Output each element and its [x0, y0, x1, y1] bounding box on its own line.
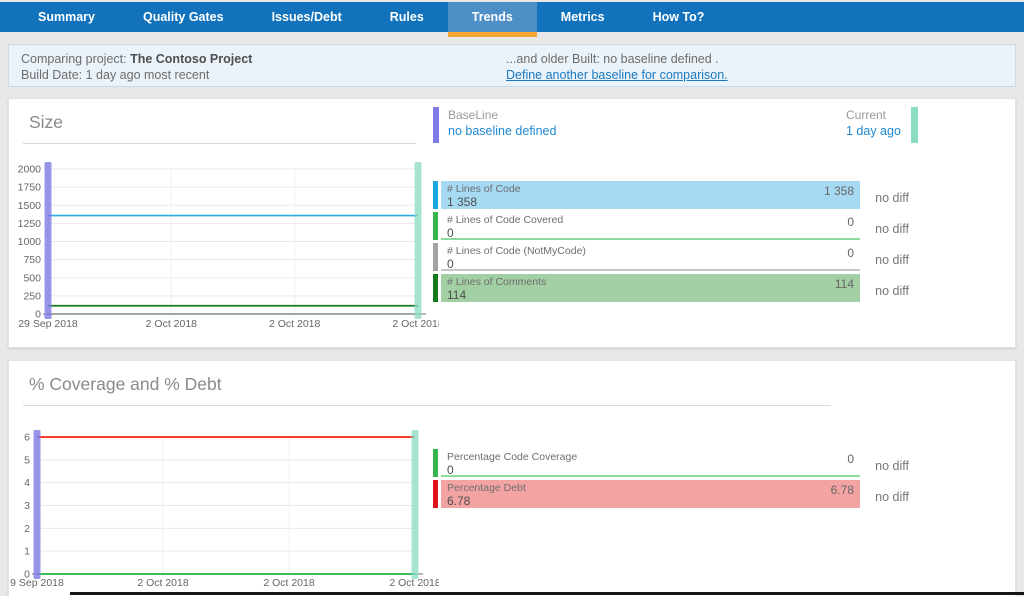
svg-text:1: 1 [24, 546, 30, 558]
metric-label: Percentage Debt [447, 482, 854, 494]
metric-label: Percentage Code Coverage [447, 451, 854, 463]
svg-text:4: 4 [24, 477, 30, 489]
svg-text:29 Sep 2018: 29 Sep 2018 [18, 318, 78, 330]
metric-color-bar [433, 181, 438, 209]
svg-text:3: 3 [24, 500, 30, 512]
svg-text:1750: 1750 [18, 182, 42, 194]
svg-text:2 Oct 2018: 2 Oct 2018 [392, 318, 439, 330]
current-label: Current [846, 107, 901, 123]
metric-color-bar [433, 243, 438, 271]
coverage-debt-trend-chart: 01234569 Sep 20182 Oct 20182 Oct 20182 O… [9, 421, 439, 596]
comparison-info-bar: Comparing project: The Contoso Project B… [8, 44, 1016, 87]
coverage-panel-title: % Coverage and % Debt [29, 374, 222, 395]
metric-color-bar [433, 449, 438, 477]
current-legend: Current 1 day ago [846, 107, 918, 143]
svg-text:2000: 2000 [18, 164, 42, 176]
svg-text:1500: 1500 [18, 200, 42, 212]
size-metric-rows: # Lines of Code 1 358 1 358 no diff # Li… [433, 181, 909, 305]
comparing-project-line: Comparing project: The Contoso Project [21, 51, 252, 67]
baseline-label: BaseLine [448, 107, 556, 123]
svg-text:750: 750 [23, 254, 41, 266]
size-trend-chart: 02505007501000125015001750200029 Sep 201… [9, 156, 439, 342]
metric-label: # Lines of Code [447, 183, 854, 195]
metric-value: 0 [447, 227, 854, 240]
baseline-legend: BaseLine no baseline defined [433, 107, 556, 143]
svg-text:1000: 1000 [18, 236, 42, 248]
metric-row-lines-of-code: # Lines of Code 1 358 1 358 no diff [433, 181, 909, 209]
metric-value: 114 [447, 289, 854, 302]
metric-diff-badge: no diff [849, 253, 909, 267]
metric-value: 0 [447, 464, 854, 477]
metric-diff-badge: no diff [849, 191, 909, 205]
baseline-marker-swatch [433, 107, 439, 143]
comparison-right-block: ...and older Built: no baseline defined … [506, 51, 728, 83]
coverage-debt-panel: % Coverage and % Debt 01234569 Sep 20182… [8, 360, 1016, 596]
metric-row-lines-of-comments: # Lines of Comments 114 114 no diff [433, 274, 909, 302]
top-nav-bar: Summary Quality Gates Issues/Debt Rules … [0, 2, 1024, 32]
size-panel: Size BaseLine no baseline defined Curren… [8, 98, 1016, 348]
metric-label: # Lines of Code Covered [447, 214, 854, 226]
metric-diff-badge: no diff [849, 222, 909, 236]
comparison-left-block: Comparing project: The Contoso Project B… [21, 51, 252, 83]
define-baseline-link[interactable]: Define another baseline for comparison. [506, 68, 728, 82]
metric-color-bar [433, 274, 438, 302]
build-date-line: Build Date: 1 day ago most recent [21, 67, 252, 83]
coverage-metric-rows: Percentage Code Coverage 0 0 no diff Per… [433, 449, 909, 511]
metric-label: # Lines of Comments [447, 276, 854, 288]
metric-bar-fill: # Lines of Comments 114 114 [441, 274, 860, 302]
svg-text:5: 5 [24, 454, 30, 466]
baseline-value: no baseline defined [448, 123, 556, 140]
metric-row-percentage-debt: Percentage Debt 6.78 6.78 no diff [433, 480, 909, 508]
metric-color-bar [433, 212, 438, 240]
metric-bar-fill: # Lines of Code Covered 0 0 [441, 212, 860, 240]
older-built-line: ...and older Built: no baseline defined … [506, 51, 728, 67]
metric-label: # Lines of Code (NotMyCode) [447, 245, 854, 257]
tab-how-to[interactable]: How To? [629, 2, 729, 32]
metric-bar-fill: Percentage Code Coverage 0 0 [441, 449, 860, 477]
tab-summary[interactable]: Summary [14, 2, 119, 32]
metric-value: 1 358 [447, 196, 854, 209]
window-edge-line [70, 592, 1024, 595]
title-divider [23, 143, 416, 144]
metric-value: 0 [447, 258, 854, 271]
tab-metrics[interactable]: Metrics [537, 2, 629, 32]
metric-row-percentage-coverage: Percentage Code Coverage 0 0 no diff [433, 449, 909, 477]
svg-text:2 Oct 2018: 2 Oct 2018 [269, 318, 321, 330]
size-panel-title: Size [29, 112, 63, 133]
metric-bar-fill: # Lines of Code 1 358 1 358 [441, 181, 860, 209]
svg-text:250: 250 [23, 290, 41, 302]
tab-quality-gates[interactable]: Quality Gates [119, 2, 248, 32]
svg-text:2 Oct 2018: 2 Oct 2018 [137, 577, 189, 589]
svg-text:2 Oct 2018: 2 Oct 2018 [263, 577, 315, 589]
trends-page: Summary Quality Gates Issues/Debt Rules … [0, 0, 1024, 596]
svg-text:1250: 1250 [18, 218, 42, 230]
project-name: The Contoso Project [130, 52, 252, 66]
current-marker-swatch [911, 107, 918, 143]
svg-text:2 Oct 2018: 2 Oct 2018 [146, 318, 198, 330]
current-value: 1 day ago [846, 123, 901, 140]
svg-text:500: 500 [23, 272, 41, 284]
metric-diff-badge: no diff [849, 459, 909, 473]
metric-bar-fill: Percentage Debt 6.78 6.78 [441, 480, 860, 508]
metric-diff-badge: no diff [849, 490, 909, 504]
metric-value: 6.78 [447, 495, 854, 508]
tab-trends[interactable]: Trends [448, 2, 537, 32]
tab-rules[interactable]: Rules [366, 2, 448, 32]
svg-text:2: 2 [24, 523, 30, 535]
svg-text:6: 6 [24, 432, 30, 444]
title-divider [23, 405, 831, 406]
metric-row-lines-covered: # Lines of Code Covered 0 0 no diff [433, 212, 909, 240]
metric-diff-badge: no diff [849, 284, 909, 298]
metric-color-bar [433, 480, 438, 508]
metric-row-lines-notmycode: # Lines of Code (NotMyCode) 0 0 no diff [433, 243, 909, 271]
tab-issues-debt[interactable]: Issues/Debt [248, 2, 366, 32]
comparing-label: Comparing project: [21, 52, 130, 66]
metric-bar-fill: # Lines of Code (NotMyCode) 0 0 [441, 243, 860, 271]
